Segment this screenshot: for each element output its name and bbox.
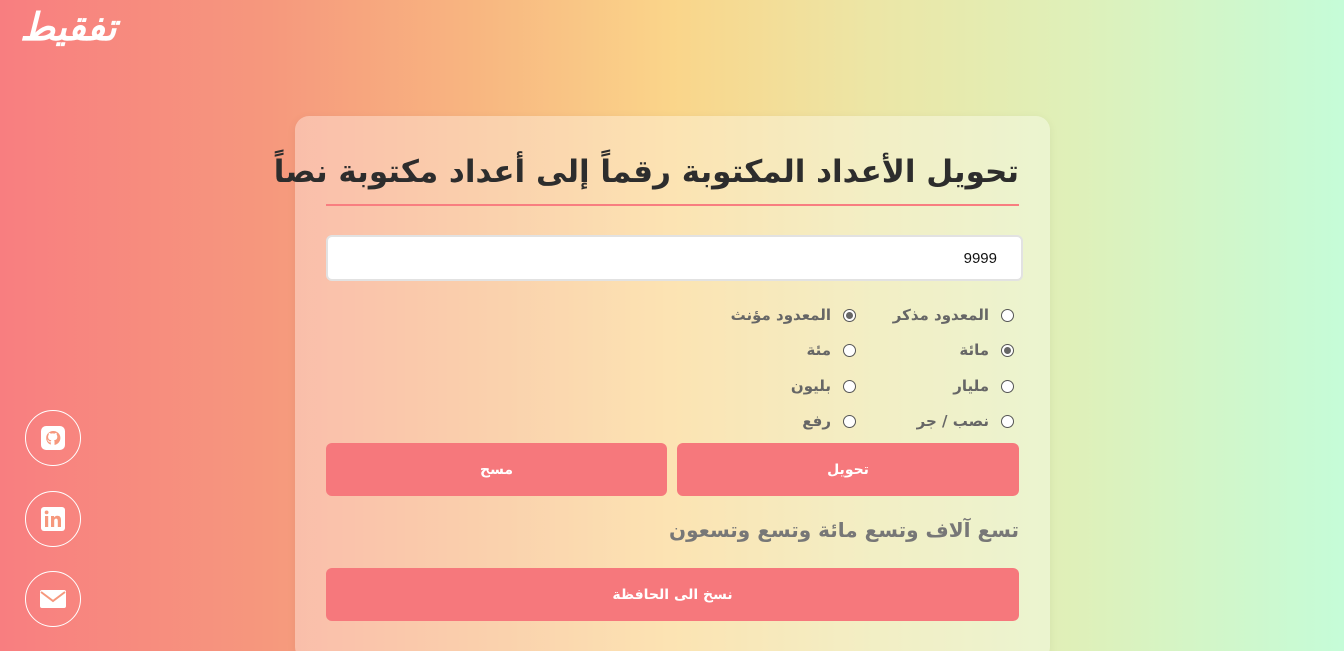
option-nasb-jar[interactable]: نصب / جر [917, 412, 1014, 430]
result-text: تسع آلاف وتسع مائة وتسع وتسعون [669, 518, 1019, 542]
radio-mia-alef[interactable] [1001, 343, 1014, 357]
radio-nasb-jar[interactable] [1001, 414, 1014, 428]
convert-button[interactable]: تحويل [677, 443, 1019, 496]
option-mia-alef-label: مائة [959, 341, 989, 359]
radio-feminine[interactable] [843, 308, 856, 322]
option-masculine-label: المعدود مذكر [892, 306, 989, 324]
radio-milyar[interactable] [1001, 379, 1014, 393]
option-nasb-jar-label: نصب / جر [916, 412, 989, 430]
mail-link[interactable] [25, 571, 81, 627]
page-title: تحويل الأعداد المكتوبة رقماً إلى أعداد م… [274, 154, 1019, 206]
option-mia[interactable]: مئة [806, 341, 856, 359]
option-mia-label: مئة [806, 341, 831, 359]
radio-masculine[interactable] [1001, 308, 1014, 322]
option-bilyon-label: بليون [790, 377, 831, 395]
converter-card: تحويل الأعداد المكتوبة رقماً إلى أعداد م… [274, 116, 1050, 651]
linkedin-link[interactable] [25, 491, 81, 547]
option-raf[interactable]: رفع [802, 412, 856, 430]
github-link[interactable] [25, 410, 81, 466]
option-feminine-label: المعدود مؤنث [730, 306, 831, 324]
mail-icon [40, 590, 66, 608]
option-mia-alef[interactable]: مائة [959, 341, 1014, 359]
radio-bilyon[interactable] [843, 379, 856, 393]
linkedin-icon [41, 507, 65, 531]
option-bilyon[interactable]: بليون [791, 377, 856, 395]
copy-to-clipboard-button[interactable]: نسخ الى الحافظة [326, 568, 1019, 621]
number-input[interactable] [326, 235, 1023, 281]
option-milyar-label: مليار [953, 377, 989, 395]
logo[interactable]: تفقيط [20, 4, 117, 49]
option-raf-label: رفع [802, 412, 831, 430]
option-masculine[interactable]: المعدود مذكر [893, 306, 1014, 324]
option-feminine[interactable]: المعدود مؤنث [731, 306, 856, 324]
github-icon [41, 426, 65, 450]
option-milyar[interactable]: مليار [953, 377, 1014, 395]
clear-button[interactable]: مسح [326, 443, 667, 496]
radio-raf[interactable] [843, 414, 856, 428]
radio-mia[interactable] [843, 343, 856, 357]
